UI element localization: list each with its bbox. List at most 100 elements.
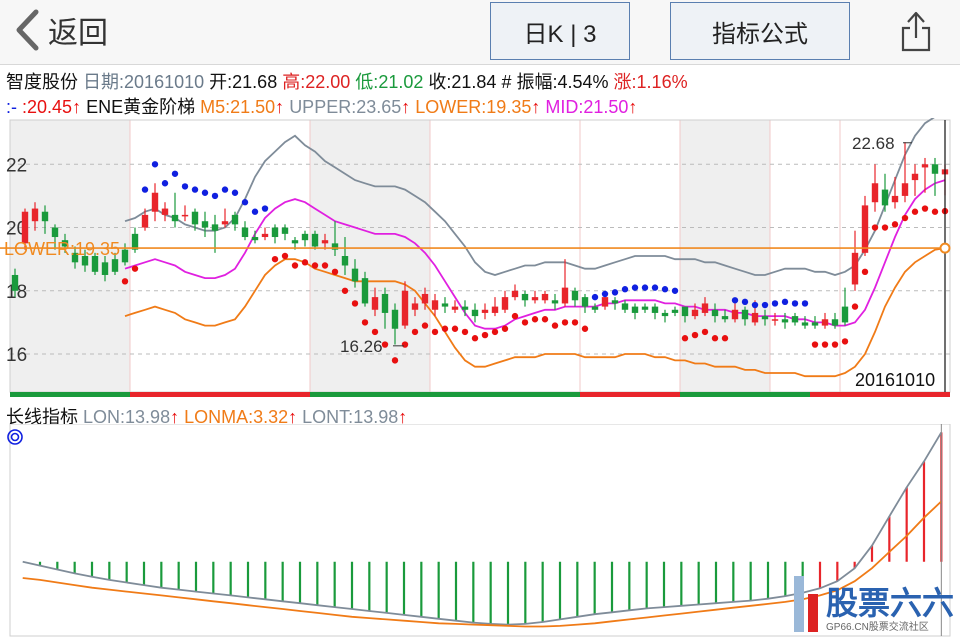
open-label: 开: bbox=[209, 72, 233, 92]
candle-body bbox=[921, 164, 929, 168]
candle-body bbox=[711, 309, 719, 317]
candle-body bbox=[201, 221, 209, 228]
lon-target-icon bbox=[7, 429, 23, 445]
low-value: 21.02 bbox=[378, 72, 424, 92]
trend-strip bbox=[680, 392, 810, 397]
candle-body bbox=[151, 192, 159, 212]
indicator-formula-button[interactable]: 指标公式 bbox=[670, 2, 850, 60]
candle-body bbox=[511, 290, 519, 298]
upper-label: UPPER: bbox=[289, 97, 357, 117]
ladder-dot bbox=[421, 322, 429, 329]
back-label: 返回 bbox=[48, 17, 108, 50]
ladder-dot bbox=[651, 284, 659, 291]
candle-body bbox=[231, 214, 239, 225]
low-price-label: 16.26 bbox=[340, 337, 383, 356]
watermark-subtitle: GP66.CN股票交流社区 bbox=[826, 620, 929, 633]
candle-body bbox=[481, 309, 489, 313]
ladder-dot bbox=[231, 189, 239, 196]
candle-body bbox=[101, 262, 109, 275]
candle-body bbox=[241, 227, 249, 238]
candle-body bbox=[211, 224, 219, 231]
ladder-dot bbox=[691, 331, 699, 339]
ladder-dot bbox=[911, 208, 919, 215]
candle-body bbox=[221, 221, 229, 225]
ladder-dot bbox=[501, 325, 509, 332]
candle-body bbox=[121, 249, 129, 263]
candle-body bbox=[541, 293, 549, 301]
ladder-dot bbox=[281, 252, 289, 260]
up-arrow-icon: ↑ bbox=[628, 97, 638, 117]
high-label: 高: bbox=[282, 72, 306, 92]
candle-body bbox=[451, 306, 459, 310]
candle-body bbox=[311, 233, 319, 247]
candle-body bbox=[721, 316, 729, 320]
ladder-dot bbox=[861, 268, 869, 276]
share-button[interactable] bbox=[896, 8, 936, 54]
ladder-dot bbox=[201, 189, 209, 196]
ladder-dot bbox=[621, 286, 629, 293]
ladder-dot bbox=[661, 286, 669, 293]
candle-body bbox=[621, 303, 629, 310]
candle-body bbox=[661, 312, 669, 317]
ladder-dot bbox=[311, 262, 319, 269]
candle-body bbox=[811, 322, 819, 326]
ladder-dot bbox=[781, 298, 789, 306]
candle-body bbox=[181, 214, 189, 217]
candle-body bbox=[741, 309, 749, 320]
top-bar: 返回 日K | 3 指标公式 bbox=[0, 0, 960, 65]
candle-body bbox=[861, 205, 869, 253]
ladder-dot bbox=[371, 328, 379, 336]
candle-body bbox=[431, 300, 439, 310]
up-arrow-icon: ↑ bbox=[531, 97, 541, 117]
ladder-dot bbox=[331, 268, 339, 276]
trend-strip bbox=[810, 392, 950, 397]
candle-body bbox=[111, 259, 119, 272]
candle-body bbox=[41, 211, 49, 222]
lower-level-tag: LOWER:19.35 bbox=[4, 239, 120, 259]
ladder-dot bbox=[441, 325, 449, 332]
ladder-dot bbox=[391, 357, 399, 364]
candle-body bbox=[581, 297, 589, 307]
candle-body bbox=[291, 240, 299, 244]
candle-body bbox=[781, 319, 789, 323]
candle-body bbox=[461, 306, 469, 310]
candle-body bbox=[161, 208, 169, 215]
lon-indicator-chart[interactable]: 股票六六GP66.CN股票交流社区 bbox=[0, 424, 960, 640]
ladder-dot bbox=[461, 328, 469, 336]
candle-body bbox=[171, 214, 179, 222]
candle-body bbox=[701, 303, 709, 313]
candle-body bbox=[301, 233, 309, 241]
candle-body bbox=[651, 306, 659, 313]
ladder-dot bbox=[931, 208, 939, 215]
candle-body bbox=[611, 300, 619, 304]
lower-label: LOWER: bbox=[415, 97, 487, 117]
ladder-dot bbox=[151, 161, 159, 168]
ladder-dot bbox=[171, 170, 179, 177]
cursor-date-label: 20161010 bbox=[855, 370, 935, 390]
trend-strip bbox=[580, 392, 680, 397]
candle-body bbox=[191, 211, 199, 225]
close-value: 21.84 bbox=[451, 72, 497, 92]
amplitude-label: # 振幅: bbox=[501, 72, 558, 92]
candle-body bbox=[631, 306, 639, 313]
candle-body bbox=[851, 252, 859, 285]
candle-body bbox=[671, 309, 679, 313]
period-button[interactable]: 日K | 3 bbox=[490, 2, 630, 60]
candle-body bbox=[371, 297, 379, 310]
candle-body bbox=[761, 316, 769, 320]
ladder-dot bbox=[161, 180, 169, 187]
back-button[interactable]: 返回 bbox=[14, 8, 108, 52]
ladder-dot bbox=[451, 325, 459, 332]
ladder-dot bbox=[361, 319, 369, 326]
low-label: 低: bbox=[355, 72, 379, 92]
ladder-dot bbox=[821, 341, 829, 348]
high-price-label: 22.68 bbox=[852, 134, 895, 153]
ene-candlestick-chart[interactable]: 16182022LOWER:19.3522.6816.2620161010 bbox=[0, 118, 960, 400]
share-icon bbox=[901, 11, 931, 52]
ene-legend-line: :- :20.45↑ ENE黄金阶梯 M5:21.50↑ UPPER:23.65… bbox=[6, 93, 637, 119]
ladder-dot bbox=[471, 335, 479, 342]
trend-strip bbox=[310, 392, 580, 397]
stock-name: 智度股份 bbox=[6, 72, 78, 92]
ladder-dot bbox=[351, 300, 359, 307]
ladder-dot bbox=[581, 325, 589, 332]
